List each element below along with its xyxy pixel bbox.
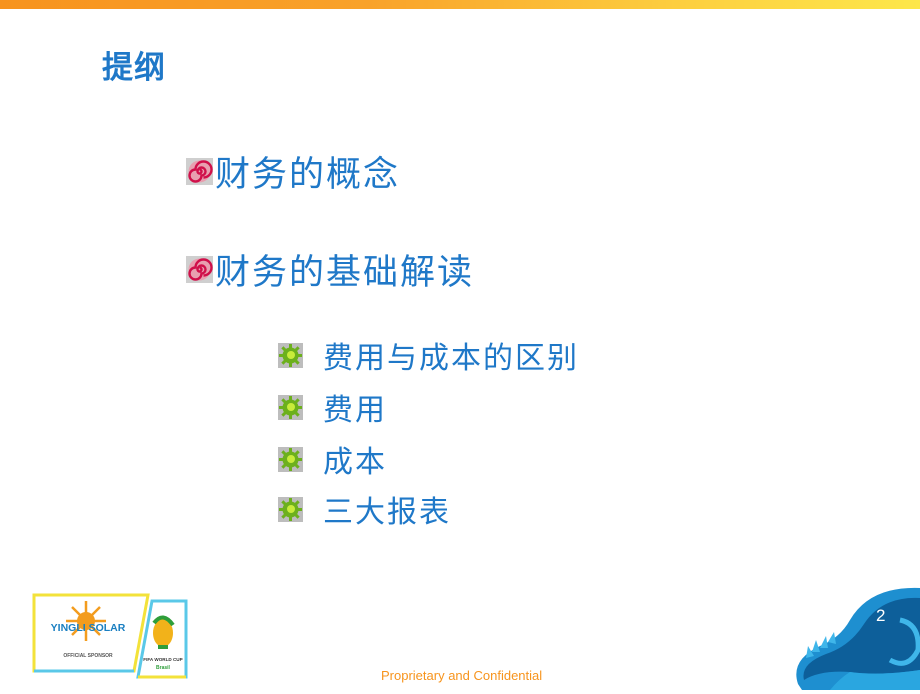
- red-spiral-icon: [186, 158, 213, 185]
- bullet-label: 财务的概念: [215, 155, 401, 195]
- bullet-item-level1: 财务的基础解读: [186, 244, 474, 295]
- page-number: 2: [876, 606, 886, 625]
- green-gear-icon: [278, 496, 303, 522]
- green-gear-icon: [278, 394, 303, 420]
- top-gradient-bar: [0, 0, 920, 9]
- bullet-item-level2: 费用与成本的区别: [278, 333, 579, 377]
- bullet-item-level1: 财务的概念: [186, 146, 400, 197]
- logo-tagline: OFFICIAL SPONSOR: [63, 653, 113, 659]
- bullet-item-level2: 三大报表: [278, 487, 451, 531]
- red-spiral-icon: [186, 256, 213, 283]
- logo-brand: YINGLI SOLAR: [51, 622, 126, 634]
- sponsor-logo: YINGLI SOLAR OFFICIAL SPONSOR FIFA WORLD…: [30, 591, 188, 681]
- green-gear-icon: [278, 446, 303, 472]
- wave-decoration-icon: [790, 580, 920, 690]
- logo-event: FIFA WORLD CUP: [143, 657, 182, 662]
- bullet-label: 三大报表: [323, 495, 451, 530]
- sun-icon: [66, 601, 106, 641]
- bullet-label: 财务的基础解读: [215, 253, 475, 293]
- bullet-label: 费用与成本的区别: [323, 341, 579, 376]
- bullet-label: 费用: [323, 393, 387, 428]
- bullet-label: 成本: [323, 445, 387, 480]
- footer-text: Proprietary and Confidential: [381, 668, 543, 683]
- green-gear-icon: [278, 342, 303, 368]
- bullet-item-level2: 成本: [278, 437, 387, 481]
- slide-title: 提纲: [102, 50, 166, 86]
- bullet-item-level2: 费用: [278, 385, 387, 429]
- logo-event-sub: Brasil: [156, 665, 171, 671]
